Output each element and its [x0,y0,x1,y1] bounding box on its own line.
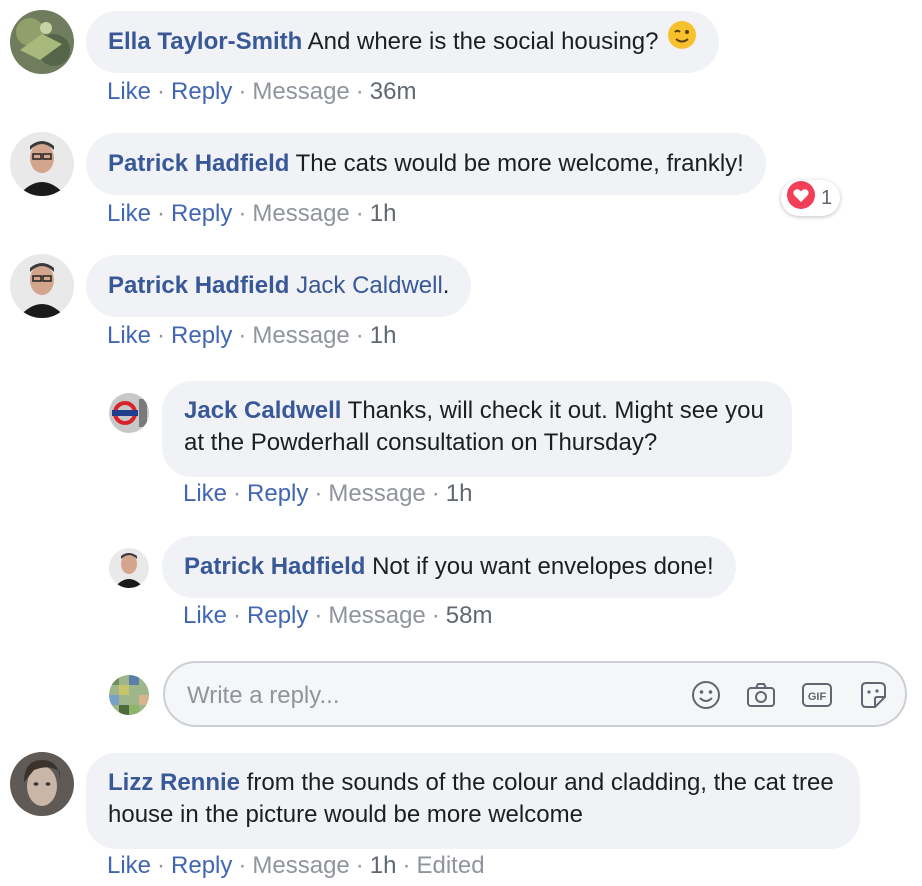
reaction-count: 1 [821,186,833,209]
current-user-avatar [109,675,149,715]
reply-link[interactable]: Reply [171,78,232,105]
comment-bubble: Patrick Hadfield Not if you want envelop… [162,536,736,598]
reply-link[interactable]: Reply [247,480,308,507]
sticker-icon[interactable] [857,679,889,711]
comment-actions: Like · Reply · Message · 1h [183,480,473,507]
message-link[interactable]: Message [252,200,349,227]
gif-icon[interactable]: GIF [801,679,833,711]
like-link[interactable]: Like [183,480,227,507]
comment-actions: Like · Reply · Message · 1h · Edited [107,852,485,879]
avatar[interactable] [109,548,149,588]
message-link[interactable]: Message [252,322,349,349]
heart-reaction-icon [787,181,815,215]
comment-author[interactable]: Ella Taylor-Smith [108,28,302,55]
like-link[interactable]: Like [183,602,227,629]
mention-link[interactable]: Jack Caldwell [296,272,443,299]
wink-emoji-icon [667,12,697,74]
comment-bubble: Jack Caldwell Thanks, will check it out.… [162,381,792,477]
timestamp[interactable]: 1h [370,200,397,227]
comment-actions: Like · Reply · Message · 1h [107,200,397,227]
comment-bubble: Ella Taylor-Smith And where is the socia… [86,11,720,74]
emoji-icon[interactable] [690,679,722,711]
comment-actions: Like · Reply · Message · 1h [107,322,397,349]
comment-text: And where is the social housing? [302,28,666,55]
timestamp[interactable]: 1h [370,322,397,349]
comment-author[interactable]: Jack Caldwell [184,397,341,424]
camera-icon[interactable] [745,679,777,711]
like-link[interactable]: Like [107,78,151,105]
comment-actions: Like · Reply · Message · 58m [183,602,493,629]
timestamp[interactable]: 36m [370,78,417,105]
avatar[interactable] [10,10,74,74]
timestamp[interactable]: 58m [446,602,493,629]
like-link[interactable]: Like [107,852,151,879]
comment-text: Not if you want envelopes done! [365,553,714,580]
timestamp[interactable]: 1h [446,480,473,507]
comment-author[interactable]: Lizz Rennie [108,769,240,796]
comment-actions: Like · Reply · Message · 36m [107,78,417,105]
edited-label[interactable]: Edited [416,852,484,879]
reply-input[interactable] [185,677,669,715]
comment-text: The cats would be more welcome, frankly! [289,150,744,177]
message-link[interactable]: Message [328,480,425,507]
comment-text: . [442,272,450,299]
avatar[interactable] [10,254,74,318]
avatar[interactable] [10,132,74,196]
comment-author[interactable]: Patrick Hadfield [184,553,365,580]
reply-link[interactable]: Reply [171,322,232,349]
reply-link[interactable]: Reply [171,200,232,227]
comment-bubble: Patrick Hadfield The cats would be more … [86,133,766,195]
reaction-summary[interactable]: 1 [781,180,841,216]
timestamp[interactable]: 1h [370,852,397,879]
avatar[interactable] [10,752,74,816]
message-link[interactable]: Message [328,602,425,629]
comment-bubble: Lizz Rennie from the sounds of the colou… [86,753,860,849]
like-link[interactable]: Like [107,322,151,349]
svg-text:GIF: GIF [808,691,827,703]
message-link[interactable]: Message [252,852,349,879]
reply-link[interactable]: Reply [247,602,308,629]
comment-author[interactable]: Patrick Hadfield [108,272,289,299]
like-link[interactable]: Like [107,200,151,227]
reply-box[interactable]: GIF [163,661,907,727]
comment-bubble: Patrick Hadfield Jack Caldwell. [86,255,472,317]
message-link[interactable]: Message [252,78,349,105]
avatar[interactable] [109,393,149,433]
comment-author[interactable]: Patrick Hadfield [108,150,289,177]
reply-link[interactable]: Reply [171,852,232,879]
